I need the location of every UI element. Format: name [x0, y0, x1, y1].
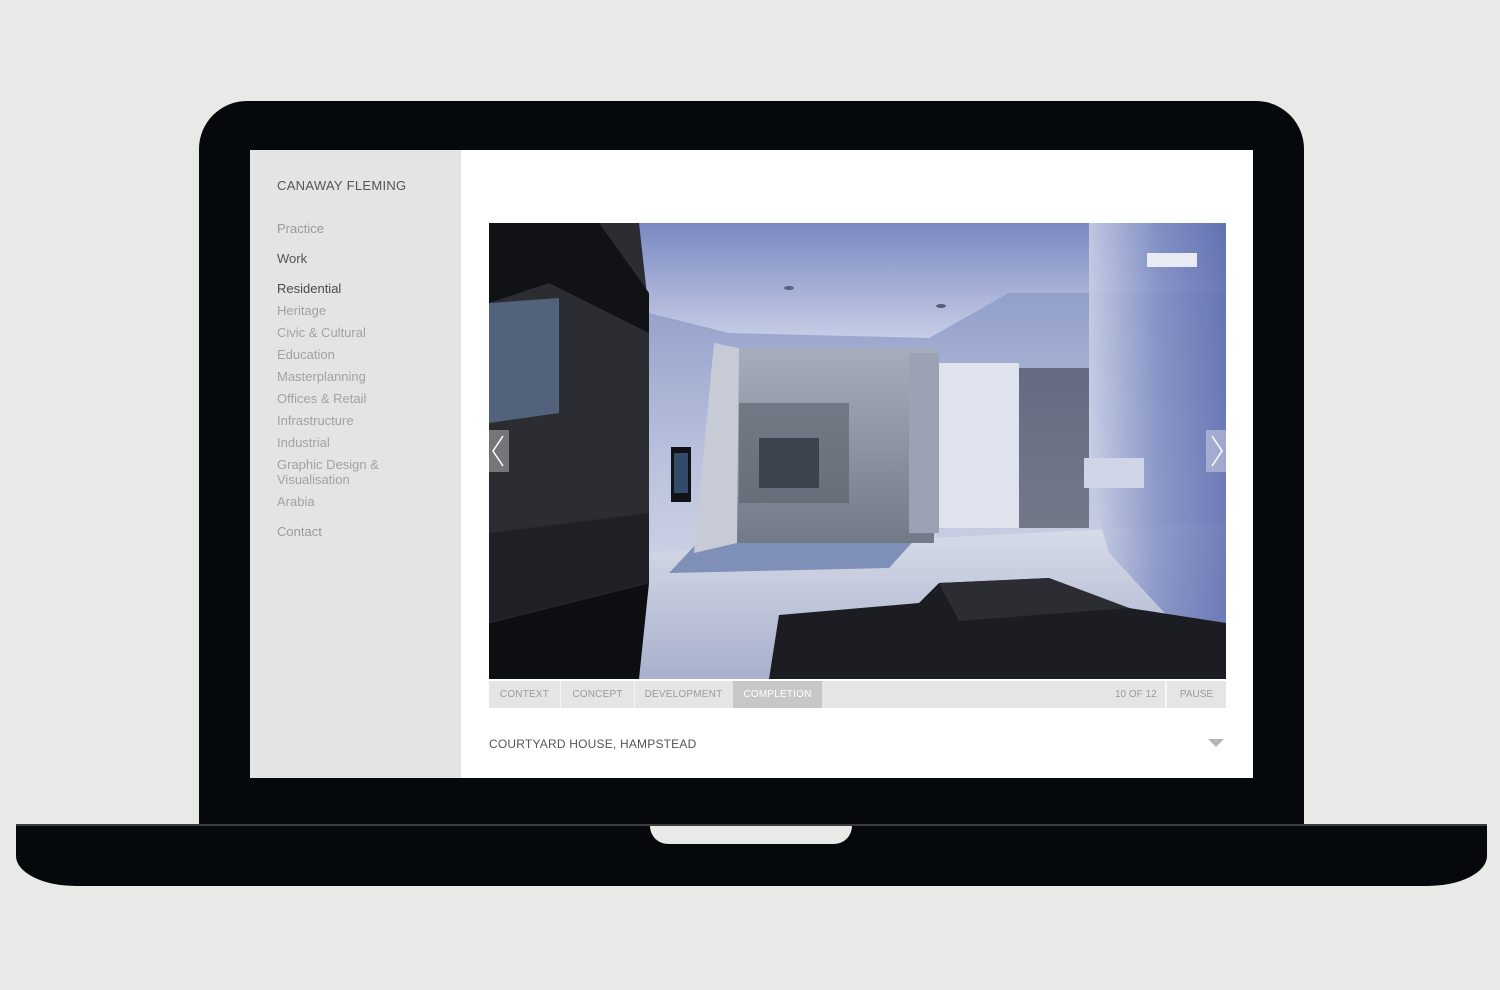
project-title: COURTYARD HOUSE, HAMPSTEAD — [489, 737, 697, 751]
sidebar: CANAWAY FLEMING Practice Work Residentia… — [250, 150, 461, 778]
category-heritage[interactable]: Heritage — [277, 303, 447, 318]
stage-tabs-bar: CONTEXT CONCEPT DEVELOPMENT COMPLETION 1… — [489, 681, 1226, 708]
tab-concept[interactable]: CONCEPT — [561, 681, 634, 708]
category-infrastructure[interactable]: Infrastructure — [277, 413, 447, 428]
category-offices-retail[interactable]: Offices & Retail — [277, 391, 447, 406]
chevron-down-icon[interactable] — [1208, 739, 1224, 747]
category-residential[interactable]: Residential — [277, 281, 447, 296]
tab-context[interactable]: CONTEXT — [489, 681, 560, 708]
nav-work[interactable]: Work — [277, 251, 307, 266]
tab-completion[interactable]: COMPLETION — [733, 681, 822, 708]
slideshow-prev-button[interactable] — [489, 430, 509, 472]
category-civic-cultural[interactable]: Civic & Cultural — [277, 325, 447, 340]
brand-logo[interactable]: CANAWAY FLEMING — [277, 178, 406, 193]
interior-render-image — [489, 223, 1226, 679]
category-graphic-design[interactable]: Graphic Design & Visualisation — [277, 457, 395, 487]
slideshow-next-button[interactable] — [1206, 430, 1226, 472]
category-industrial[interactable]: Industrial — [277, 435, 447, 450]
chevron-left-icon — [492, 435, 504, 467]
project-image-slideshow[interactable] — [489, 223, 1226, 679]
nav-contact[interactable]: Contact — [277, 524, 322, 539]
nav-practice[interactable]: Practice — [277, 221, 324, 236]
chevron-right-icon — [1211, 435, 1223, 467]
tab-development[interactable]: DEVELOPMENT — [635, 681, 732, 708]
category-masterplanning[interactable]: Masterplanning — [277, 369, 447, 384]
laptop-notch — [650, 826, 852, 844]
slide-counter: 10 OF 12 — [1115, 689, 1157, 700]
category-education[interactable]: Education — [277, 347, 447, 362]
pause-button[interactable]: PAUSE — [1165, 681, 1226, 708]
category-arabia[interactable]: Arabia — [277, 494, 447, 509]
website-screen: CANAWAY FLEMING Practice Work Residentia… — [250, 150, 1253, 778]
